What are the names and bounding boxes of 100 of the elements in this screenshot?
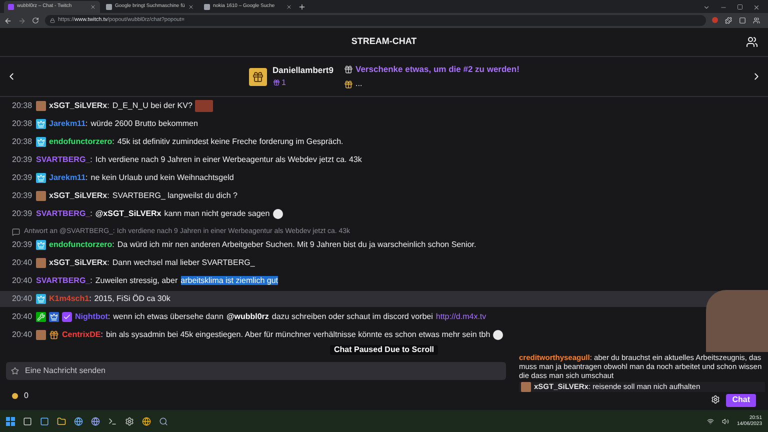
points-count: 0 [24,390,28,402]
forward-icon[interactable] [18,16,26,24]
gift-prompt[interactable]: Verschenke etwas, um die #2 zu werden! [356,62,520,76]
lock-icon [50,18,55,23]
minimize-icon[interactable] [720,4,727,11]
browser-icon[interactable] [142,416,151,426]
username[interactable]: SVARTBERG_ [36,209,90,218]
avatar-badge [36,258,46,268]
message-text: würde 2600 Brutto bekommen [90,119,198,128]
tab-search-icon[interactable] [703,4,710,11]
message-field[interactable]: Eine Nachricht senden [25,365,501,377]
username[interactable]: xSGT_SiLVERx [49,101,108,110]
points-icon[interactable] [12,393,18,399]
browser-icon[interactable] [91,416,100,426]
crown-badge-icon [36,173,46,183]
extensions-icon[interactable] [725,17,732,24]
maximize-icon[interactable] [737,4,743,10]
start-icon[interactable] [6,416,15,426]
folder-icon[interactable] [57,416,66,426]
message-text: Da würd ich mir nen anderen Arbeitgeber Suchen. Mit 9 Jahren bist du ja warscheinlich schon Senior. [117,240,476,250]
username[interactable]: Jarekm11 [49,119,86,128]
message-time: 20:39 [12,240,32,250]
message-time: 20:40 [12,294,32,304]
message-time: 20:40 [12,330,32,340]
gift-icon [344,80,352,89]
volume-icon [722,418,729,424]
gift-icon [272,79,280,86]
crown-badge-icon [36,119,46,129]
chat-paused-label[interactable]: Chat Paused Due to Scroll [330,345,438,356]
star-icon[interactable] [11,367,19,375]
reply-icon [12,228,20,236]
ellipsis-text: ... [356,78,362,90]
colon: : [112,240,114,250]
message-text: 45k ist definitiv zumindest keine Freche forderung im Gespräch. [117,137,344,146]
chat-send-button[interactable]: Chat [726,394,756,406]
crown-badge-icon [36,137,46,147]
username[interactable]: xSGT_SiLVERx [49,258,108,268]
username[interactable]: CentrixDE [62,330,101,340]
message-text: Dann wechsel mal lieber SVARTBERG_ [112,258,255,268]
mention-link[interactable]: @wubbl0rz [226,312,269,322]
username[interactable]: xSGT_SiLVERx [49,191,108,200]
colon: : [108,312,110,322]
message-link[interactable]: http://d.m4x.tv [436,312,486,322]
site-icon [8,4,14,10]
colon: : [90,276,92,286]
message-time: 20:40 [12,258,32,268]
avatar-badge [521,382,531,392]
colon: : [107,258,110,268]
message-text: ne kein Urlaub und kein Weihnachtsgeld [90,173,234,182]
profile-icon[interactable] [753,17,760,24]
reload-icon[interactable] [32,17,39,24]
browser-icon[interactable] [74,416,83,426]
message-time: 20:40 [12,312,32,322]
search-icon[interactable] [159,416,168,426]
site-icon [106,4,112,10]
message-text: Zuweilen stressig, aber [95,276,178,286]
message-text: 2015, FiSi ÖD ca 30k [94,294,170,304]
message-time: 20:38 [12,137,32,146]
site-icon [204,4,210,10]
close-icon[interactable] [188,4,194,10]
close-icon[interactable] [286,4,292,10]
gift-badge-icon [49,330,60,340]
new-tab-icon[interactable] [298,3,306,11]
gift-box-icon [248,68,267,86]
close-icon[interactable] [90,4,96,10]
colon: : [107,101,110,110]
settings-icon[interactable] [711,394,720,404]
crown-badge-icon [36,294,46,304]
check-badge-icon [62,312,72,322]
avatar-badge [36,101,46,111]
crown-badge-icon [36,240,46,250]
message-text: bin als sysadmin bei 45k eingestiegen. Aber für münchner verhältnisse könnte es schon etwas mehr sein tbh [106,330,490,340]
message-time: 20:39 [12,191,32,200]
back-icon[interactable] [4,16,12,24]
colon: : [107,191,110,200]
colon: : [90,155,92,164]
wifi-icon [706,418,714,424]
colon: : [112,137,114,146]
username[interactable]: Nightbot [75,312,108,322]
username[interactable]: SVARTBERG_ [36,155,90,164]
username[interactable]: endofunctorzero [49,137,112,146]
message-time: 20:38 [12,119,32,128]
crown-badge-icon [49,312,60,322]
close-icon[interactable] [753,4,760,11]
top-gifter-name: Daniellambert9 [272,64,334,77]
username[interactable]: Jarekm11 [49,173,86,182]
colon: : [86,119,88,128]
wrench-badge-icon [36,312,46,322]
gift-count: 1 [282,76,286,89]
message-input[interactable]: Eine Nachricht senden [6,362,506,380]
username[interactable]: endofunctorzero [49,240,112,250]
message-time: 20:40 [12,276,32,286]
users-icon[interactable] [746,36,758,48]
mention-link[interactable]: @xSGT_SiLVERx [95,209,162,218]
message-text: wenn ich etwas übersehe dann [113,312,224,322]
username[interactable]: SVARTBERG_ [36,276,90,286]
gear-icon[interactable] [125,416,134,426]
message-time: 20:39 [12,173,32,182]
terminal-icon[interactable] [108,416,117,426]
colon: : [90,209,92,218]
